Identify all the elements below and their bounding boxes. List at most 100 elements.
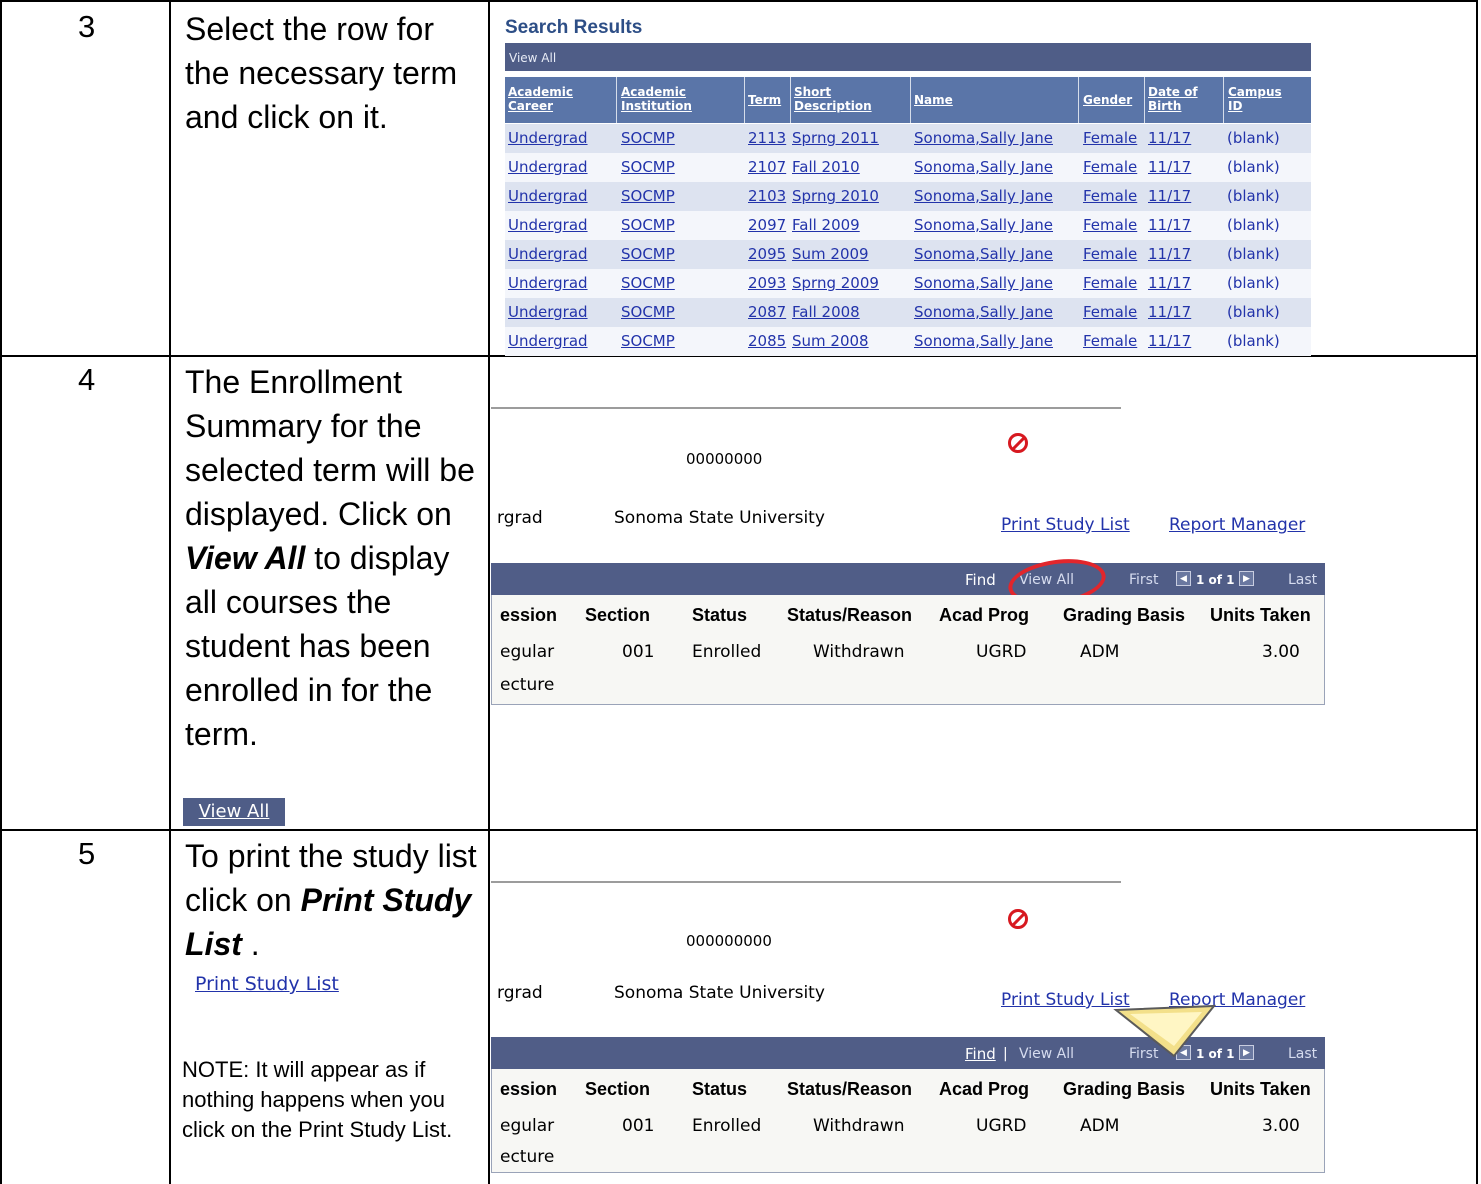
cell-career[interactable]: Undergrad <box>508 269 588 298</box>
cell-campus-id[interactable]: (blank) <box>1227 327 1280 356</box>
cell-description[interactable]: Fall 2009 <box>792 211 860 240</box>
cell-campus-id[interactable]: (blank) <box>1227 124 1280 153</box>
cell-term[interactable]: 2095 <box>748 240 786 269</box>
cell-gender[interactable]: Female <box>1083 124 1137 153</box>
cell-dob[interactable]: 11/17 <box>1148 153 1191 182</box>
cell-career[interactable]: Undergrad <box>508 182 588 211</box>
cell-name[interactable]: Sonoma,Sally Jane <box>914 153 1053 182</box>
table-row[interactable]: Undergrad SOCMP 2107 Fall 2010 Sonoma,Sally … <box>505 153 1311 182</box>
cell-institution[interactable]: SOCMP <box>621 124 675 153</box>
institution-label: Sonoma State University <box>614 508 825 528</box>
cell-dob[interactable]: 11/17 <box>1148 240 1191 269</box>
cell-gender[interactable]: Female <box>1083 240 1137 269</box>
institution-label: Sonoma State University <box>614 983 825 1003</box>
cell-dob[interactable]: 11/17 <box>1148 327 1191 356</box>
view-all-label[interactable]: View All <box>509 51 556 65</box>
col-session: ession <box>500 605 558 625</box>
cell-campus-id[interactable]: (blank) <box>1227 298 1280 327</box>
table-row[interactable]: Undergrad SOCMP 2093 Sprng 2009 Sonoma,Sally… <box>505 269 1311 298</box>
cell-description[interactable]: Sprng 2009 <box>792 269 879 298</box>
cell-career[interactable]: Undergrad <box>508 298 588 327</box>
cell-institution[interactable]: SOCMP <box>621 327 675 356</box>
first-link[interactable]: First <box>1129 563 1158 597</box>
career-label: rgrad <box>497 983 543 1003</box>
prev-arrow-icon[interactable]: ◀ <box>1176 571 1191 586</box>
cell-campus-id[interactable]: (blank) <box>1227 269 1280 298</box>
cell-institution[interactable]: SOCMP <box>621 269 675 298</box>
table-row[interactable]: Undergrad SOCMP 2103 Sprng 2010 Sonoma,Sally… <box>505 182 1311 211</box>
cell-term[interactable]: 2097 <box>748 211 786 240</box>
cell-career[interactable]: Undergrad <box>508 153 588 182</box>
cell-name[interactable]: Sonoma,Sally Jane <box>914 124 1053 153</box>
no-entry-icon <box>1008 433 1028 453</box>
cell-units-taken: 3.00 <box>1262 1116 1300 1136</box>
cell-term[interactable]: 2107 <box>748 153 786 182</box>
table-row[interactable]: Undergrad SOCMP 2095 Sum 2009 Sonoma,Sally J… <box>505 240 1311 269</box>
col-status-reason: Status/Reason <box>787 1079 913 1099</box>
cell-description[interactable]: Fall 2008 <box>792 298 860 327</box>
cell-term[interactable]: 2093 <box>748 269 786 298</box>
cell-career[interactable]: Undergrad <box>508 327 588 356</box>
cell-description[interactable]: Fall 2010 <box>792 153 860 182</box>
view-all-button-sample[interactable]: View All <box>183 798 285 826</box>
cell-institution[interactable]: SOCMP <box>621 182 675 211</box>
cell-institution[interactable]: SOCMP <box>621 298 675 327</box>
cell-career[interactable]: Undergrad <box>508 211 588 240</box>
last-link[interactable]: Last <box>1288 563 1317 597</box>
find-link[interactable]: Find <box>965 563 996 597</box>
cell-term[interactable]: 2113 <box>748 124 786 153</box>
cell-campus-id[interactable]: (blank) <box>1227 182 1280 211</box>
next-arrow-icon[interactable]: ▶ <box>1239 1045 1254 1060</box>
cell-dob[interactable]: 11/17 <box>1148 269 1191 298</box>
cell-campus-id[interactable]: (blank) <box>1227 153 1280 182</box>
view-all-bar[interactable]: View All <box>505 43 1311 71</box>
table-row[interactable]: Undergrad SOCMP 2113 Sprng 2011 Sonoma,Sally… <box>505 124 1311 153</box>
table-row[interactable]: Undergrad SOCMP 2097 Fall 2009 Sonoma,Sally … <box>505 211 1311 240</box>
report-manager-link[interactable]: Report Manager <box>1169 515 1305 535</box>
table-row[interactable]: Undergrad SOCMP 2087 Fall 2008 Sonoma,Sally … <box>505 298 1311 327</box>
cell-dob[interactable]: 11/17 <box>1148 182 1191 211</box>
cell-career[interactable]: Undergrad <box>508 124 588 153</box>
view-all-link[interactable]: View All <box>1019 1037 1074 1071</box>
cell-component: ecture <box>500 675 555 695</box>
table-row[interactable]: Undergrad SOCMP 2085 Sum 2008 Sonoma,Sally J… <box>505 327 1311 356</box>
cell-gender[interactable]: Female <box>1083 153 1137 182</box>
next-arrow-icon[interactable]: ▶ <box>1239 571 1254 586</box>
cell-career[interactable]: Undergrad <box>508 240 588 269</box>
cell-description[interactable]: Sum 2008 <box>792 327 869 356</box>
cell-dob[interactable]: 11/17 <box>1148 124 1191 153</box>
print-study-list-link-sample[interactable]: Print Study List <box>195 973 339 995</box>
cell-name[interactable]: Sonoma,Sally Jane <box>914 240 1053 269</box>
cell-institution[interactable]: SOCMP <box>621 153 675 182</box>
cell-grading-basis: ADM <box>1080 642 1120 662</box>
cell-gender[interactable]: Female <box>1083 269 1137 298</box>
cell-dob[interactable]: 11/17 <box>1148 211 1191 240</box>
cell-institution[interactable]: SOCMP <box>621 211 675 240</box>
print-study-list-link[interactable]: Print Study List <box>1001 515 1130 535</box>
print-study-list-link[interactable]: Print Study List <box>1001 990 1130 1010</box>
cell-dob[interactable]: 11/17 <box>1148 298 1191 327</box>
cell-name[interactable]: Sonoma,Sally Jane <box>914 327 1053 356</box>
table-row-divider <box>0 829 1478 831</box>
col-status: Status <box>692 605 748 625</box>
find-link[interactable]: Find <box>965 1037 996 1071</box>
cell-institution[interactable]: SOCMP <box>621 240 675 269</box>
cell-campus-id[interactable]: (blank) <box>1227 211 1280 240</box>
cell-term[interactable]: 2103 <box>748 182 786 211</box>
cell-description[interactable]: Sum 2009 <box>792 240 869 269</box>
cell-description[interactable]: Sprng 2011 <box>792 124 879 153</box>
cell-name[interactable]: Sonoma,Sally Jane <box>914 298 1053 327</box>
cell-gender[interactable]: Female <box>1083 327 1137 356</box>
cell-name[interactable]: Sonoma,Sally Jane <box>914 182 1053 211</box>
last-link[interactable]: Last <box>1288 1037 1317 1071</box>
cell-term[interactable]: 2085 <box>748 327 786 356</box>
cell-gender[interactable]: Female <box>1083 298 1137 327</box>
col-session: ession <box>500 1079 558 1099</box>
cell-gender[interactable]: Female <box>1083 182 1137 211</box>
cell-campus-id[interactable]: (blank) <box>1227 240 1280 269</box>
cell-gender[interactable]: Female <box>1083 211 1137 240</box>
cell-description[interactable]: Sprng 2010 <box>792 182 879 211</box>
cell-term[interactable]: 2087 <box>748 298 786 327</box>
cell-name[interactable]: Sonoma,Sally Jane <box>914 269 1053 298</box>
cell-name[interactable]: Sonoma,Sally Jane <box>914 211 1053 240</box>
